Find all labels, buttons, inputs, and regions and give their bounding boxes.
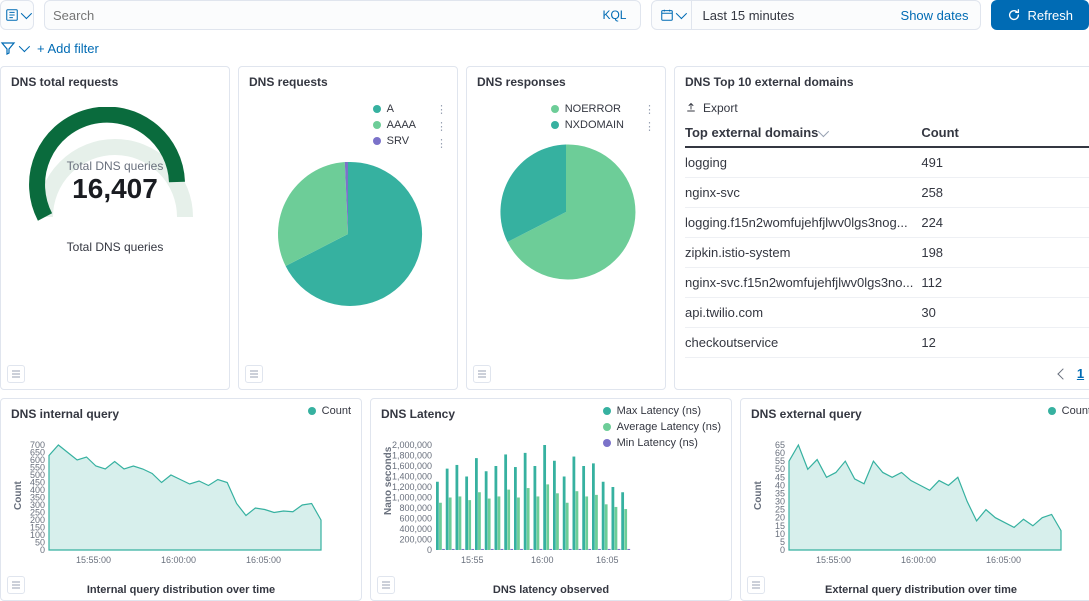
panel-subtitle: External query distribution over time — [741, 578, 1089, 600]
panel-settings-icon[interactable] — [7, 576, 25, 594]
table-row[interactable]: nginx-svc258 — [685, 178, 1089, 208]
add-filter-link[interactable]: + Add filter — [37, 41, 99, 56]
table-row[interactable]: checkoutservice12 — [685, 328, 1089, 358]
refresh-icon — [1007, 8, 1021, 22]
area-chart: 05101520253035404550556065 15:55:0016:00… — [751, 435, 1089, 565]
svg-text:1,600,000: 1,600,000 — [392, 461, 432, 471]
svg-text:1,200,000: 1,200,000 — [392, 482, 432, 492]
refresh-label: Refresh — [1027, 8, 1073, 23]
table-row[interactable]: nginx-svc.f15n2womfujehfjlwv0lgs3no...11… — [685, 268, 1089, 298]
legend-item[interactable]: NOERROR — [551, 103, 624, 115]
panel-settings-icon[interactable] — [245, 365, 263, 383]
search-box[interactable]: KQL — [44, 0, 641, 30]
svg-text:400,000: 400,000 — [399, 524, 432, 534]
panel-settings-icon[interactable] — [473, 365, 491, 383]
area-chart: 0501001502002503003504004505005506006507… — [11, 435, 351, 565]
table-row[interactable]: api.twilio.com30 — [685, 298, 1089, 328]
ellipsis-icon[interactable]: ⋮ — [436, 103, 447, 116]
svg-text:1,400,000: 1,400,000 — [392, 472, 432, 482]
panel-title: DNS external query — [741, 399, 1089, 429]
panel-title: DNS total requests — [1, 67, 229, 97]
panel-settings-icon[interactable] — [377, 576, 395, 594]
ellipsis-icon[interactable]: ⋮ — [436, 120, 447, 133]
svg-text:800,000: 800,000 — [399, 503, 432, 513]
page-number[interactable]: 1 — [1077, 366, 1084, 381]
panel-dns-responses: DNS responses NOERROR NXDOMAIN ⋮ ⋮ — [466, 66, 666, 390]
pagination: 1 2 — [675, 358, 1089, 389]
legend-item[interactable]: AAAA — [373, 119, 416, 131]
legend-item[interactable]: Count — [308, 405, 351, 417]
table-row[interactable]: logging491 — [685, 148, 1089, 178]
table-row[interactable]: zipkin.istio-system198 — [685, 238, 1089, 268]
svg-text:Nano seconds: Nano seconds — [383, 446, 394, 515]
svg-text:600,000: 600,000 — [399, 514, 432, 524]
panel-settings-icon[interactable] — [747, 576, 765, 594]
svg-text:16:00: 16:00 — [531, 555, 554, 565]
svg-text:16:05: 16:05 — [596, 555, 619, 565]
domains-table: Top external domains Count logging491 ng… — [675, 119, 1089, 358]
legend-item[interactable]: Max Latency (ns) — [603, 405, 721, 417]
panel-subtitle: DNS latency observed — [371, 578, 731, 600]
svg-text:1,000,000: 1,000,000 — [392, 493, 432, 503]
ellipsis-icon[interactable]: ⋮ — [644, 120, 655, 133]
svg-text:Count: Count — [13, 480, 24, 510]
panel-dns-external-query: DNS external query Count 051015202530354… — [740, 398, 1089, 601]
panel-subtitle: Internal query distribution over time — [1, 578, 361, 600]
export-icon — [685, 102, 697, 114]
search-input[interactable] — [53, 8, 596, 23]
page-prev[interactable] — [1059, 366, 1067, 381]
svg-text:16:05:00: 16:05:00 — [986, 555, 1021, 565]
column-header-domain[interactable]: Top external domains — [685, 125, 921, 140]
svg-text:Count: Count — [753, 480, 764, 510]
panel-title: DNS responses — [467, 67, 665, 97]
svg-text:15:55: 15:55 — [461, 555, 484, 565]
panel-dns-total-requests: DNS total requests Total DNS queries 16,… — [0, 66, 230, 390]
svg-text:16:00:00: 16:00:00 — [161, 555, 196, 565]
panel-title: DNS Top 10 external domains — [675, 67, 1089, 97]
panel-dns-latency: DNS Latency Max Latency (ns) Average Lat… — [370, 398, 732, 601]
ellipsis-icon[interactable]: ⋮ — [644, 103, 655, 116]
refresh-button[interactable]: Refresh — [991, 0, 1089, 30]
calendar-icon[interactable] — [652, 1, 692, 29]
panel-top-external-domains: DNS Top 10 external domains Export Top e… — [674, 66, 1089, 390]
panel-dns-internal-query: DNS internal query Count 050100150200250… — [0, 398, 362, 601]
export-button[interactable]: Export — [675, 97, 1089, 119]
svg-text:65: 65 — [775, 440, 785, 450]
kql-toggle[interactable]: KQL — [596, 8, 632, 22]
svg-text:0: 0 — [427, 545, 432, 555]
panel-settings-icon[interactable] — [7, 365, 25, 383]
svg-text:15:55:00: 15:55:00 — [816, 555, 851, 565]
legend-item[interactable]: SRV — [373, 135, 416, 147]
legend-item[interactable]: A — [373, 103, 416, 115]
legend-item[interactable]: NXDOMAIN — [551, 119, 624, 131]
gauge-sublabel: Total DNS queries — [11, 240, 219, 254]
show-dates-link[interactable]: Show dates — [889, 8, 981, 23]
saved-queries-button[interactable] — [0, 0, 34, 30]
svg-text:1,800,000: 1,800,000 — [392, 451, 432, 461]
pie-chart — [268, 154, 428, 314]
svg-text:2,000,000: 2,000,000 — [392, 440, 432, 450]
date-picker[interactable]: Last 15 minutes Show dates — [651, 0, 981, 30]
ellipsis-icon[interactable]: ⋮ — [436, 137, 447, 150]
panel-dns-requests: DNS requests A AAAA SRV ⋮ ⋮ ⋮ — [238, 66, 458, 390]
pie-chart — [491, 137, 641, 287]
legend-item[interactable]: Count — [1048, 405, 1089, 417]
panel-title: DNS requests — [239, 67, 457, 97]
table-row[interactable]: logging.f15n2womfujehfjlwv0lgs3nog...224 — [685, 208, 1089, 238]
svg-text:15:55:00: 15:55:00 — [76, 555, 111, 565]
column-header-count[interactable]: Count — [921, 125, 1089, 140]
svg-text:16:05:00: 16:05:00 — [246, 555, 281, 565]
filter-settings-icon[interactable] — [0, 40, 27, 56]
svg-text:700: 700 — [30, 440, 45, 450]
svg-text:16:00:00: 16:00:00 — [901, 555, 936, 565]
bar-chart: 0200,000400,000600,000800,0001,000,0001,… — [381, 435, 721, 565]
date-range-text: Last 15 minutes — [692, 8, 888, 23]
